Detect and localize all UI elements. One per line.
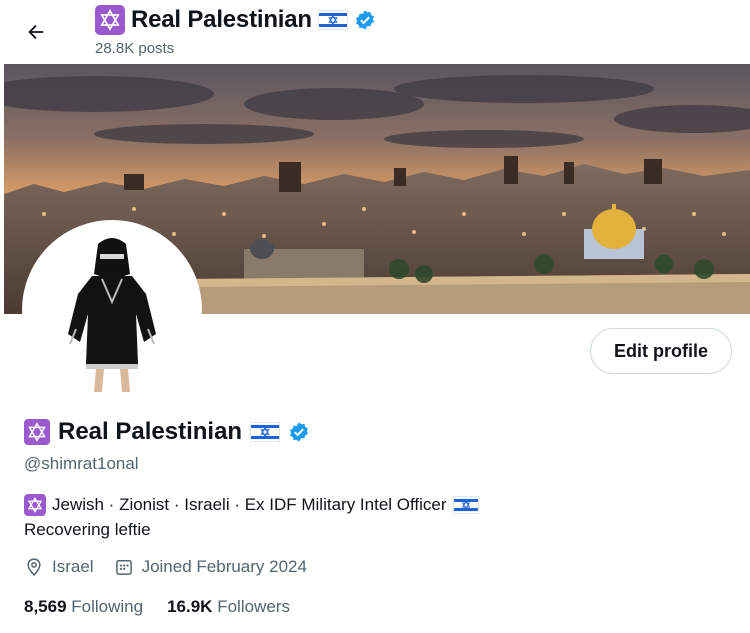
israel-flag-icon <box>452 495 479 514</box>
followers-label: Followers <box>217 597 290 616</box>
profile-handle: @shimrat1onal <box>24 454 139 473</box>
follow-stats: 8,569 Following 16.9K Followers <box>24 597 290 617</box>
verified-badge-icon[interactable] <box>354 9 376 31</box>
header-title-row: Real Palestinian <box>95 5 376 35</box>
location-item: Israel <box>24 557 94 577</box>
edit-profile-button[interactable]: Edit profile <box>590 328 732 374</box>
israel-flag-icon <box>250 422 281 442</box>
star-of-david-icon <box>95 5 125 35</box>
profile-meta: Israel Joined February 2024 <box>24 557 307 577</box>
following-link[interactable]: 8,569 Following <box>24 597 143 617</box>
star-of-david-icon <box>24 419 50 445</box>
verified-badge-icon[interactable] <box>288 421 310 443</box>
followers-link[interactable]: 16.9K Followers <box>167 597 290 617</box>
joined-text: Joined February 2024 <box>141 557 307 576</box>
profile-header: Real Palestinian 28.8K posts <box>0 0 750 64</box>
back-button[interactable] <box>18 14 54 50</box>
post-count: 28.8K posts <box>95 40 175 57</box>
profile-avatar[interactable] <box>22 220 202 400</box>
location-pin-icon <box>27 558 41 576</box>
calendar-icon <box>115 560 132 575</box>
bio-line-1: Jewish · Zionist · Israeli · Ex IDF Mili… <box>24 492 624 517</box>
following-label: Following <box>71 597 144 616</box>
followers-count: 16.9K <box>167 597 213 616</box>
profile-name-row: Real Palestinian <box>24 418 310 446</box>
joined-item: Joined February 2024 <box>114 557 307 577</box>
following-count: 8,569 <box>24 597 67 616</box>
avatar-image <box>26 224 198 396</box>
location-text: Israel <box>52 557 94 576</box>
arrow-left-icon <box>28 24 44 40</box>
israel-flag-icon <box>317 10 348 30</box>
star-of-david-icon <box>24 493 46 516</box>
bio-text-2: Recovering leftie <box>24 520 151 539</box>
bio-text-1: Jewish · Zionist · Israeli · Ex IDF Mili… <box>52 495 447 514</box>
profile-bio: Jewish · Zionist · Israeli · Ex IDF Mili… <box>24 492 624 542</box>
header-name: Real Palestinian <box>131 6 312 33</box>
profile-name: Real Palestinian <box>58 418 243 445</box>
